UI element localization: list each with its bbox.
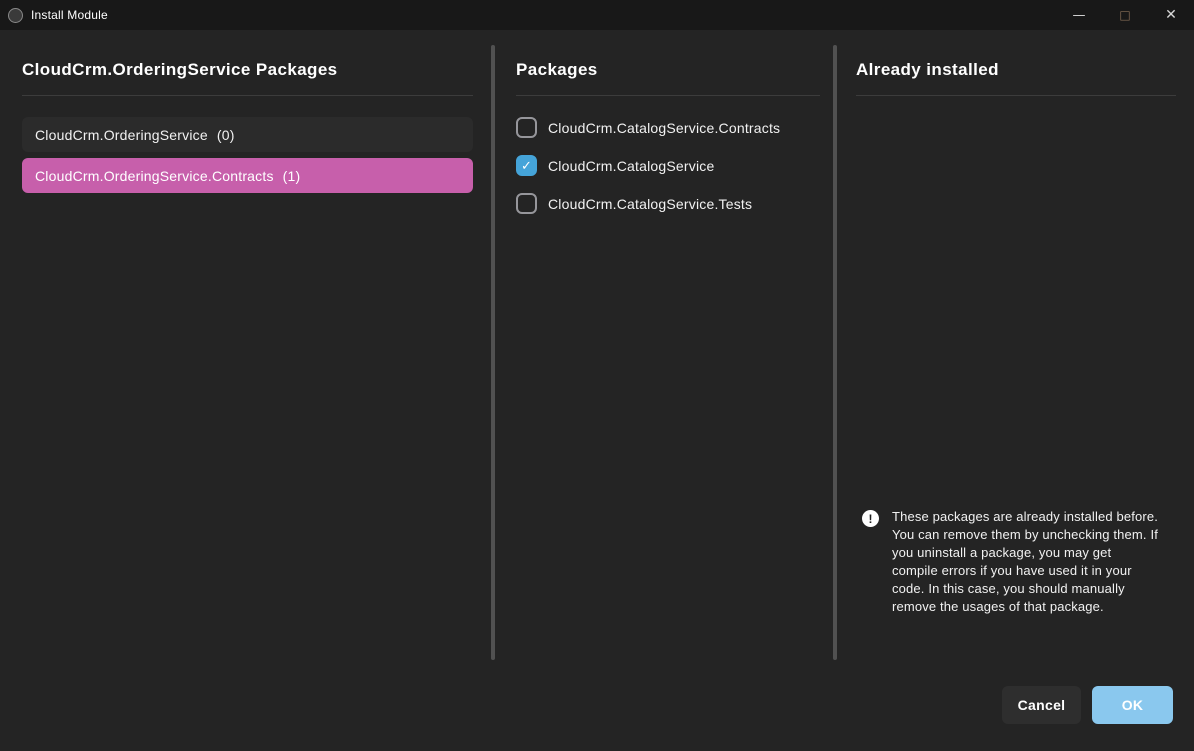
- module-item-count: (1): [283, 168, 301, 184]
- packages-panel-divider: [516, 95, 820, 96]
- modules-panel-divider: [22, 95, 473, 96]
- note-text: These packages are already installed bef…: [892, 508, 1160, 616]
- package-label: CloudCrm.CatalogService.Tests: [548, 196, 752, 212]
- package-label: CloudCrm.CatalogService.Contracts: [548, 120, 780, 136]
- package-item-catalogservice-tests[interactable]: ✓ CloudCrm.CatalogService.Tests: [516, 193, 820, 214]
- checkbox-checked-icon[interactable]: ✓: [516, 155, 537, 176]
- package-item-catalogservice-contracts[interactable]: ✓ CloudCrm.CatalogService.Contracts: [516, 117, 820, 138]
- package-list: ✓ CloudCrm.CatalogService.Contracts ✓ Cl…: [516, 117, 820, 214]
- checkbox-icon[interactable]: ✓: [516, 117, 537, 138]
- minimize-icon: —: [1073, 8, 1086, 23]
- app-logo-icon: [8, 8, 23, 23]
- maximize-button[interactable]: □: [1102, 0, 1148, 30]
- close-button[interactable]: ✕: [1148, 0, 1194, 30]
- module-item-label: CloudCrm.OrderingService.Contracts: [35, 168, 274, 184]
- window-title: Install Module: [31, 8, 108, 22]
- already-installed-panel: Already installed: [856, 60, 1176, 96]
- maximize-icon: □: [1119, 8, 1130, 22]
- panel-separator: [833, 45, 837, 660]
- packages-panel: Packages ✓ CloudCrm.CatalogService.Contr…: [516, 60, 820, 231]
- info-icon: !: [862, 510, 879, 527]
- module-item-orderingservice[interactable]: CloudCrm.OrderingService (0): [22, 117, 473, 152]
- module-item-count: (0): [217, 127, 235, 143]
- cancel-button[interactable]: Cancel: [1002, 686, 1081, 724]
- panel-separator: [491, 45, 495, 660]
- titlebar: Install Module — □ ✕: [0, 0, 1194, 30]
- already-installed-title: Already installed: [856, 60, 1176, 80]
- install-module-dialog: Install Module — □ ✕ CloudCrm.OrderingSe…: [0, 0, 1194, 751]
- module-list: CloudCrm.OrderingService (0) CloudCrm.Or…: [22, 117, 473, 193]
- package-label: CloudCrm.CatalogService: [548, 158, 714, 174]
- close-icon: ✕: [1165, 7, 1177, 23]
- ok-button[interactable]: OK: [1092, 686, 1173, 724]
- already-installed-divider: [856, 95, 1176, 96]
- package-item-catalogservice[interactable]: ✓ CloudCrm.CatalogService: [516, 155, 820, 176]
- minimize-button[interactable]: —: [1056, 0, 1102, 30]
- packages-panel-title: Packages: [516, 60, 820, 80]
- modules-panel: CloudCrm.OrderingService Packages CloudC…: [22, 60, 473, 199]
- module-item-label: CloudCrm.OrderingService: [35, 127, 208, 143]
- modules-panel-title: CloudCrm.OrderingService Packages: [22, 60, 473, 80]
- already-installed-note: ! These packages are already installed b…: [862, 508, 1176, 616]
- checkbox-icon[interactable]: ✓: [516, 193, 537, 214]
- module-item-orderingservice-contracts[interactable]: CloudCrm.OrderingService.Contracts (1): [22, 158, 473, 193]
- window-controls: — □ ✕: [1056, 0, 1194, 30]
